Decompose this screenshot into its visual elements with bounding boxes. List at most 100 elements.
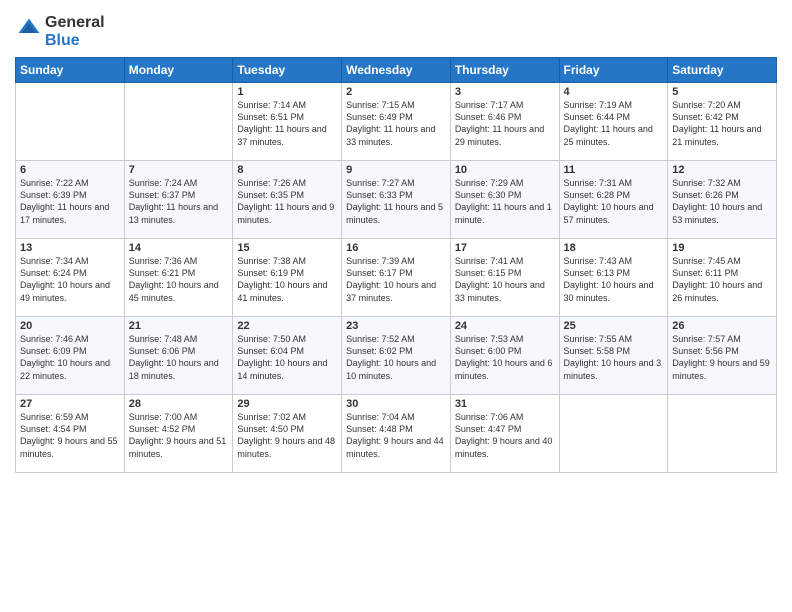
day-info: Sunrise: 7:53 AM Sunset: 6:00 PM Dayligh… bbox=[455, 333, 555, 382]
day-cell: 25Sunrise: 7:55 AM Sunset: 5:58 PM Dayli… bbox=[559, 317, 668, 395]
weekday-header-friday: Friday bbox=[559, 58, 668, 83]
day-number: 9 bbox=[346, 164, 446, 176]
day-cell bbox=[668, 395, 777, 473]
calendar-table: SundayMondayTuesdayWednesdayThursdayFrid… bbox=[15, 57, 777, 473]
weekday-header-sunday: Sunday bbox=[16, 58, 125, 83]
day-cell: 24Sunrise: 7:53 AM Sunset: 6:00 PM Dayli… bbox=[450, 317, 559, 395]
day-cell: 4Sunrise: 7:19 AM Sunset: 6:44 PM Daylig… bbox=[559, 83, 668, 161]
day-cell: 26Sunrise: 7:57 AM Sunset: 5:56 PM Dayli… bbox=[668, 317, 777, 395]
day-number: 19 bbox=[672, 242, 772, 254]
day-cell: 8Sunrise: 7:26 AM Sunset: 6:35 PM Daylig… bbox=[233, 161, 342, 239]
day-info: Sunrise: 7:34 AM Sunset: 6:24 PM Dayligh… bbox=[20, 255, 120, 304]
day-cell bbox=[559, 395, 668, 473]
day-number: 7 bbox=[129, 164, 229, 176]
day-info: Sunrise: 7:38 AM Sunset: 6:19 PM Dayligh… bbox=[237, 255, 337, 304]
day-cell: 18Sunrise: 7:43 AM Sunset: 6:13 PM Dayli… bbox=[559, 239, 668, 317]
day-info: Sunrise: 7:04 AM Sunset: 4:48 PM Dayligh… bbox=[346, 411, 446, 460]
day-number: 15 bbox=[237, 242, 337, 254]
header: General Blue bbox=[15, 10, 777, 49]
day-info: Sunrise: 7:36 AM Sunset: 6:21 PM Dayligh… bbox=[129, 255, 229, 304]
day-number: 30 bbox=[346, 398, 446, 410]
logo-general: General bbox=[45, 14, 105, 31]
day-info: Sunrise: 7:20 AM Sunset: 6:42 PM Dayligh… bbox=[672, 99, 772, 148]
day-info: Sunrise: 7:41 AM Sunset: 6:15 PM Dayligh… bbox=[455, 255, 555, 304]
day-cell: 16Sunrise: 7:39 AM Sunset: 6:17 PM Dayli… bbox=[342, 239, 451, 317]
day-info: Sunrise: 7:39 AM Sunset: 6:17 PM Dayligh… bbox=[346, 255, 446, 304]
day-info: Sunrise: 7:26 AM Sunset: 6:35 PM Dayligh… bbox=[237, 177, 337, 226]
day-number: 5 bbox=[672, 86, 772, 98]
day-cell: 17Sunrise: 7:41 AM Sunset: 6:15 PM Dayli… bbox=[450, 239, 559, 317]
day-info: Sunrise: 7:00 AM Sunset: 4:52 PM Dayligh… bbox=[129, 411, 229, 460]
day-cell: 7Sunrise: 7:24 AM Sunset: 6:37 PM Daylig… bbox=[124, 161, 233, 239]
page: General Blue SundayMondayTuesdayWednesda… bbox=[0, 0, 792, 612]
day-cell bbox=[124, 83, 233, 161]
day-cell: 20Sunrise: 7:46 AM Sunset: 6:09 PM Dayli… bbox=[16, 317, 125, 395]
day-number: 3 bbox=[455, 86, 555, 98]
day-cell: 23Sunrise: 7:52 AM Sunset: 6:02 PM Dayli… bbox=[342, 317, 451, 395]
day-info: Sunrise: 7:19 AM Sunset: 6:44 PM Dayligh… bbox=[564, 99, 664, 148]
day-info: Sunrise: 7:50 AM Sunset: 6:04 PM Dayligh… bbox=[237, 333, 337, 382]
day-number: 1 bbox=[237, 86, 337, 98]
week-row-5: 27Sunrise: 6:59 AM Sunset: 4:54 PM Dayli… bbox=[16, 395, 777, 473]
day-cell: 10Sunrise: 7:29 AM Sunset: 6:30 PM Dayli… bbox=[450, 161, 559, 239]
day-number: 26 bbox=[672, 320, 772, 332]
day-number: 25 bbox=[564, 320, 664, 332]
day-cell: 31Sunrise: 7:06 AM Sunset: 4:47 PM Dayli… bbox=[450, 395, 559, 473]
day-info: Sunrise: 7:15 AM Sunset: 6:49 PM Dayligh… bbox=[346, 99, 446, 148]
day-number: 27 bbox=[20, 398, 120, 410]
day-number: 28 bbox=[129, 398, 229, 410]
day-number: 23 bbox=[346, 320, 446, 332]
day-cell: 22Sunrise: 7:50 AM Sunset: 6:04 PM Dayli… bbox=[233, 317, 342, 395]
day-number: 12 bbox=[672, 164, 772, 176]
day-cell: 28Sunrise: 7:00 AM Sunset: 4:52 PM Dayli… bbox=[124, 395, 233, 473]
day-number: 13 bbox=[20, 242, 120, 254]
logo: General Blue bbox=[15, 14, 105, 49]
weekday-header-thursday: Thursday bbox=[450, 58, 559, 83]
day-info: Sunrise: 7:22 AM Sunset: 6:39 PM Dayligh… bbox=[20, 177, 120, 226]
day-number: 10 bbox=[455, 164, 555, 176]
day-cell: 5Sunrise: 7:20 AM Sunset: 6:42 PM Daylig… bbox=[668, 83, 777, 161]
day-cell: 2Sunrise: 7:15 AM Sunset: 6:49 PM Daylig… bbox=[342, 83, 451, 161]
day-number: 20 bbox=[20, 320, 120, 332]
day-number: 16 bbox=[346, 242, 446, 254]
day-cell: 21Sunrise: 7:48 AM Sunset: 6:06 PM Dayli… bbox=[124, 317, 233, 395]
day-number: 24 bbox=[455, 320, 555, 332]
day-number: 22 bbox=[237, 320, 337, 332]
day-info: Sunrise: 7:14 AM Sunset: 6:51 PM Dayligh… bbox=[237, 99, 337, 148]
day-cell: 1Sunrise: 7:14 AM Sunset: 6:51 PM Daylig… bbox=[233, 83, 342, 161]
day-number: 4 bbox=[564, 86, 664, 98]
day-info: Sunrise: 7:52 AM Sunset: 6:02 PM Dayligh… bbox=[346, 333, 446, 382]
day-cell: 6Sunrise: 7:22 AM Sunset: 6:39 PM Daylig… bbox=[16, 161, 125, 239]
day-cell: 19Sunrise: 7:45 AM Sunset: 6:11 PM Dayli… bbox=[668, 239, 777, 317]
day-number: 14 bbox=[129, 242, 229, 254]
day-number: 17 bbox=[455, 242, 555, 254]
day-info: Sunrise: 7:24 AM Sunset: 6:37 PM Dayligh… bbox=[129, 177, 229, 226]
day-info: Sunrise: 7:46 AM Sunset: 6:09 PM Dayligh… bbox=[20, 333, 120, 382]
day-number: 6 bbox=[20, 164, 120, 176]
day-cell: 13Sunrise: 7:34 AM Sunset: 6:24 PM Dayli… bbox=[16, 239, 125, 317]
logo-icon bbox=[17, 17, 41, 41]
day-cell: 12Sunrise: 7:32 AM Sunset: 6:26 PM Dayli… bbox=[668, 161, 777, 239]
day-info: Sunrise: 7:27 AM Sunset: 6:33 PM Dayligh… bbox=[346, 177, 446, 226]
day-info: Sunrise: 7:55 AM Sunset: 5:58 PM Dayligh… bbox=[564, 333, 664, 382]
day-number: 21 bbox=[129, 320, 229, 332]
weekday-header-row: SundayMondayTuesdayWednesdayThursdayFrid… bbox=[16, 58, 777, 83]
weekday-header-tuesday: Tuesday bbox=[233, 58, 342, 83]
day-number: 8 bbox=[237, 164, 337, 176]
day-info: Sunrise: 7:45 AM Sunset: 6:11 PM Dayligh… bbox=[672, 255, 772, 304]
logo-blue: Blue bbox=[45, 32, 105, 50]
day-info: Sunrise: 7:06 AM Sunset: 4:47 PM Dayligh… bbox=[455, 411, 555, 460]
day-number: 31 bbox=[455, 398, 555, 410]
day-info: Sunrise: 6:59 AM Sunset: 4:54 PM Dayligh… bbox=[20, 411, 120, 460]
day-cell: 29Sunrise: 7:02 AM Sunset: 4:50 PM Dayli… bbox=[233, 395, 342, 473]
day-info: Sunrise: 7:48 AM Sunset: 6:06 PM Dayligh… bbox=[129, 333, 229, 382]
day-info: Sunrise: 7:31 AM Sunset: 6:28 PM Dayligh… bbox=[564, 177, 664, 226]
week-row-3: 13Sunrise: 7:34 AM Sunset: 6:24 PM Dayli… bbox=[16, 239, 777, 317]
day-number: 11 bbox=[564, 164, 664, 176]
day-cell: 14Sunrise: 7:36 AM Sunset: 6:21 PM Dayli… bbox=[124, 239, 233, 317]
day-info: Sunrise: 7:02 AM Sunset: 4:50 PM Dayligh… bbox=[237, 411, 337, 460]
day-info: Sunrise: 7:17 AM Sunset: 6:46 PM Dayligh… bbox=[455, 99, 555, 148]
day-number: 18 bbox=[564, 242, 664, 254]
day-info: Sunrise: 7:43 AM Sunset: 6:13 PM Dayligh… bbox=[564, 255, 664, 304]
week-row-2: 6Sunrise: 7:22 AM Sunset: 6:39 PM Daylig… bbox=[16, 161, 777, 239]
